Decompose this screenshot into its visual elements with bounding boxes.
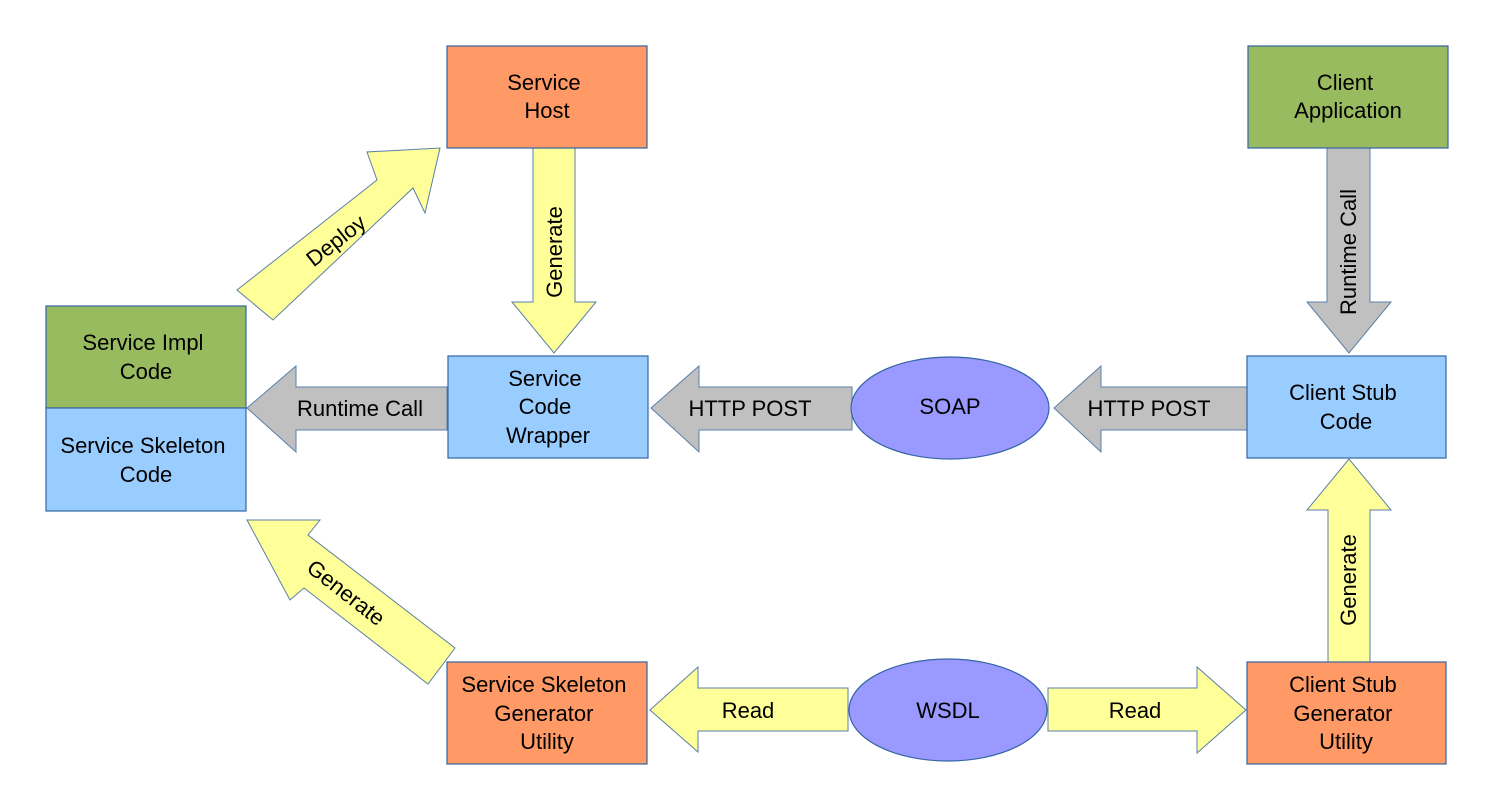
deploy-arrow: Deploy [236, 147, 441, 321]
http-post-left-label: HTTP POST [688, 396, 811, 421]
service-code-wrapper-line-1: Service [508, 366, 581, 391]
soap-node: SOAP [850, 356, 1050, 460]
service-impl-code-node: Service Impl Code [45, 305, 247, 409]
service-code-wrapper-line-2: Code [519, 394, 572, 419]
service-impl-line-2: Code [120, 359, 173, 384]
read-right-arrow: Read [1047, 665, 1247, 755]
client-stub-code-box [1246, 355, 1447, 459]
skeleton-generator-line-1: Service Skeleton [461, 672, 626, 697]
skeleton-generator-line-2: Generator [494, 701, 593, 726]
service-host-line-1: Service [507, 70, 580, 95]
client-application-node: Client Application [1247, 45, 1449, 149]
http-post-left-arrow: HTTP POST [650, 364, 853, 454]
stub-generator-line-2: Generator [1293, 701, 1392, 726]
service-code-wrapper-node: Service Code Wrapper [447, 355, 649, 459]
service-skeleton-code-box [45, 407, 247, 512]
http-post-right-arrow: HTTP POST [1053, 364, 1248, 454]
service-impl-line-1: Service Impl [82, 330, 203, 355]
wrapper-runtime-call-arrow: Runtime Call [246, 364, 448, 454]
read-left-arrow: Read [649, 665, 849, 754]
read-right-label: Read [1109, 698, 1162, 723]
wrapper-runtime-call-label: Runtime Call [297, 396, 423, 421]
stub-generate-arrow: Generate [1305, 458, 1393, 664]
stub-generator-line-1: Client Stub [1289, 672, 1397, 697]
skeleton-generator-line-3: Utility [520, 729, 574, 754]
http-post-right-label: HTTP POST [1087, 396, 1210, 421]
soap-label: SOAP [919, 394, 980, 419]
stub-generator-line-3: Utility [1319, 729, 1373, 754]
client-application-box [1247, 45, 1449, 149]
service-host-node: Service Host [446, 45, 648, 149]
read-left-label: Read [722, 698, 775, 723]
client-runtime-call-label: Runtime Call [1336, 189, 1361, 315]
service-code-wrapper-line-3: Wrapper [506, 423, 590, 448]
client-application-line-2: Application [1294, 98, 1402, 123]
client-stub-generator-node: Client Stub Generator Utility [1246, 661, 1447, 765]
architecture-diagram: Deploy Generate Runtime Call Runtime Cal… [45, 45, 1449, 765]
host-generate-label: Generate [542, 206, 567, 298]
client-application-line-1: Client [1317, 70, 1373, 95]
skeleton-generate-arrow: Generate [246, 519, 456, 685]
client-runtime-call-arrow: Runtime Call [1305, 147, 1393, 354]
service-host-line-2: Host [524, 98, 569, 123]
client-stub-code-line-2: Code [1320, 409, 1373, 434]
stub-generate-label: Generate [1336, 534, 1361, 626]
service-host-box [446, 45, 648, 149]
service-impl-code-box [45, 305, 247, 409]
client-stub-code-node: Client Stub Code [1246, 355, 1447, 459]
client-stub-code-line-1: Client Stub [1289, 380, 1397, 405]
wsdl-label: WSDL [916, 698, 980, 723]
service-skeleton-line-1: Service Skeleton [60, 433, 225, 458]
wsdl-node: WSDL [848, 658, 1048, 762]
service-skeleton-line-2: Code [120, 462, 173, 487]
service-skeleton-generator-node: Service Skeleton Generator Utility [446, 661, 648, 765]
host-generate-arrow: Generate [510, 147, 598, 354]
service-skeleton-code-node: Service Skeleton Code [45, 407, 247, 512]
